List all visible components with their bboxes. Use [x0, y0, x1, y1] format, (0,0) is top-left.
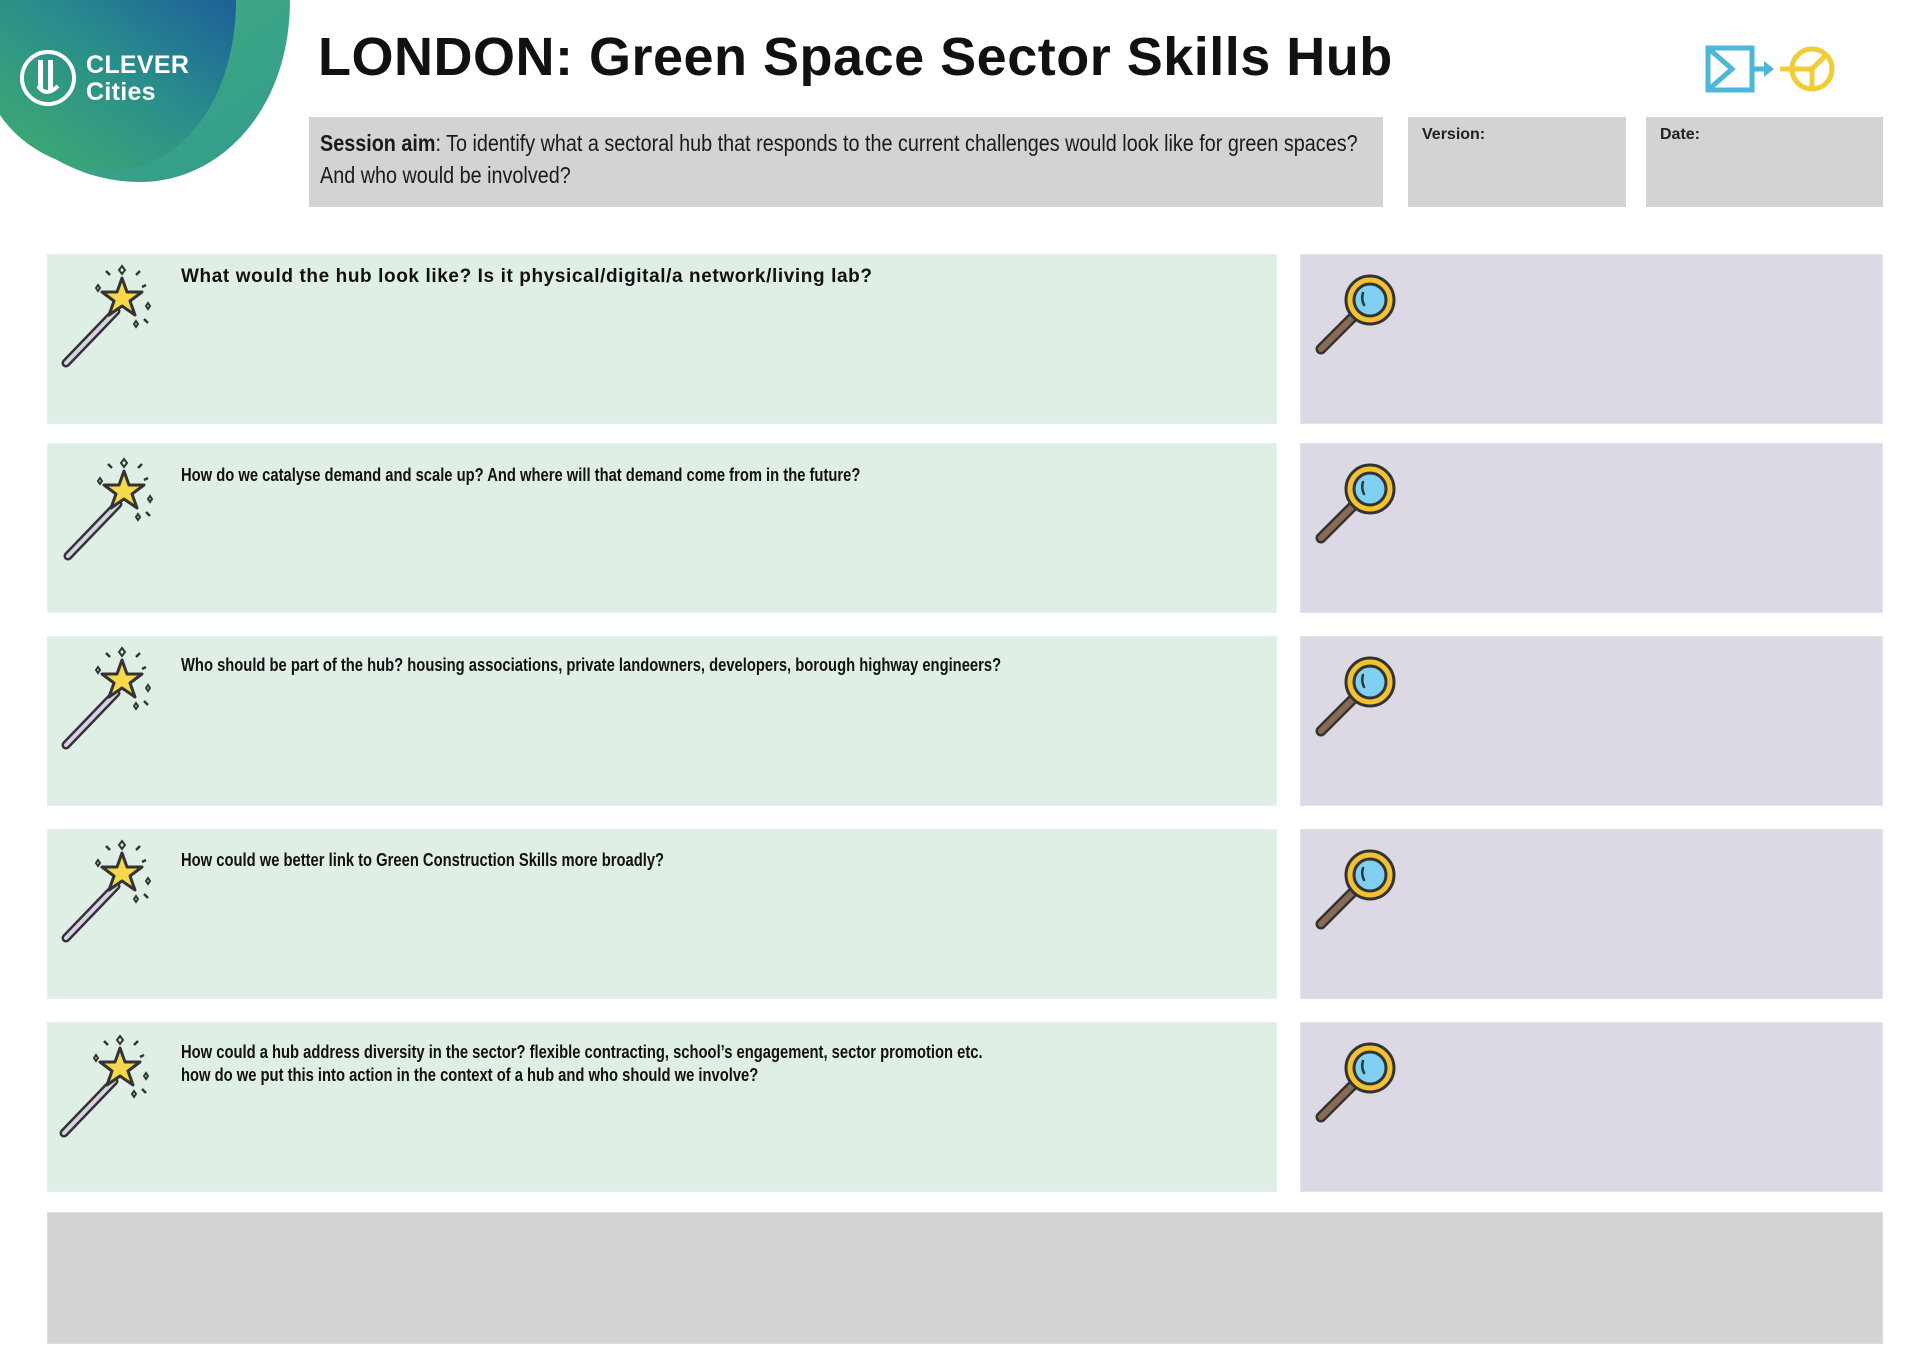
notes-card-2[interactable]: [1300, 443, 1883, 613]
session-aim-box: Session aim: To identify what a sectoral…: [309, 117, 1383, 207]
notes-card-1[interactable]: [1300, 254, 1883, 424]
magnifying-glass-icon: [1313, 838, 1408, 938]
question-text-1: What would the hub look like? Is it phys…: [181, 266, 873, 287]
magnifying-glass-icon: [1313, 1031, 1408, 1131]
page-title: LONDON: Green Space Sector Skills Hub: [318, 27, 1393, 87]
session-aim-text: Session aim: To identify what a sectoral…: [320, 127, 1378, 191]
version-label: Version:: [1422, 126, 1486, 143]
magic-wand-icon: [56, 1033, 166, 1148]
magic-wand-icon: [58, 645, 168, 760]
question-text-4: How could we better link to Green Constr…: [181, 850, 665, 870]
clever-cities-logo: CLEVER Cities: [0, 0, 300, 190]
session-aim-body: : To identify what a sectoral hub that r…: [320, 130, 1358, 188]
magnifying-glass-icon: [1313, 452, 1408, 552]
question-card-5[interactable]: How could a hub address diversity in the…: [47, 1022, 1277, 1192]
magnifying-glass-icon: [1313, 263, 1408, 363]
question-card-3[interactable]: Who should be part of the hub? housing a…: [47, 636, 1277, 806]
question-card-4[interactable]: How could we better link to Green Constr…: [47, 829, 1277, 999]
notes-card-5[interactable]: [1300, 1022, 1883, 1192]
logo-line-1: CLEVER: [86, 51, 190, 79]
notes-card-3[interactable]: [1300, 636, 1883, 806]
session-aim-label: Session aim: [320, 130, 436, 156]
magic-wand-icon: [60, 456, 170, 571]
question-card-1[interactable]: What would the hub look like? Is it phys…: [47, 254, 1277, 424]
bottom-notes-box[interactable]: [47, 1212, 1883, 1344]
question-text-5-line-1: How could a hub address diversity in the…: [181, 1042, 983, 1062]
logo-line-2: Cities: [86, 78, 156, 106]
notes-card-4[interactable]: [1300, 829, 1883, 999]
version-field[interactable]: Version:: [1408, 117, 1626, 207]
clever-cities-emblem-icon: [18, 46, 78, 115]
question-text-2: How do we catalyse demand and scale up? …: [181, 465, 861, 485]
question-text-5-line-2: how do we put this into action in the co…: [181, 1065, 759, 1085]
question-text-3: Who should be part of the hub? housing a…: [181, 655, 1002, 675]
magic-wand-icon: [58, 838, 168, 953]
date-field[interactable]: Date:: [1646, 117, 1883, 207]
magnifying-glass-icon: [1313, 645, 1408, 745]
logo-wordmark: CLEVER Cities: [86, 52, 189, 106]
question-card-2[interactable]: How do we catalyse demand and scale up? …: [47, 443, 1277, 613]
process-flow-icon: [1700, 40, 1850, 105]
magic-wand-icon: [58, 263, 168, 378]
question-text-5: How could a hub address diversity in the…: [181, 1041, 983, 1087]
date-label: Date:: [1660, 126, 1701, 143]
